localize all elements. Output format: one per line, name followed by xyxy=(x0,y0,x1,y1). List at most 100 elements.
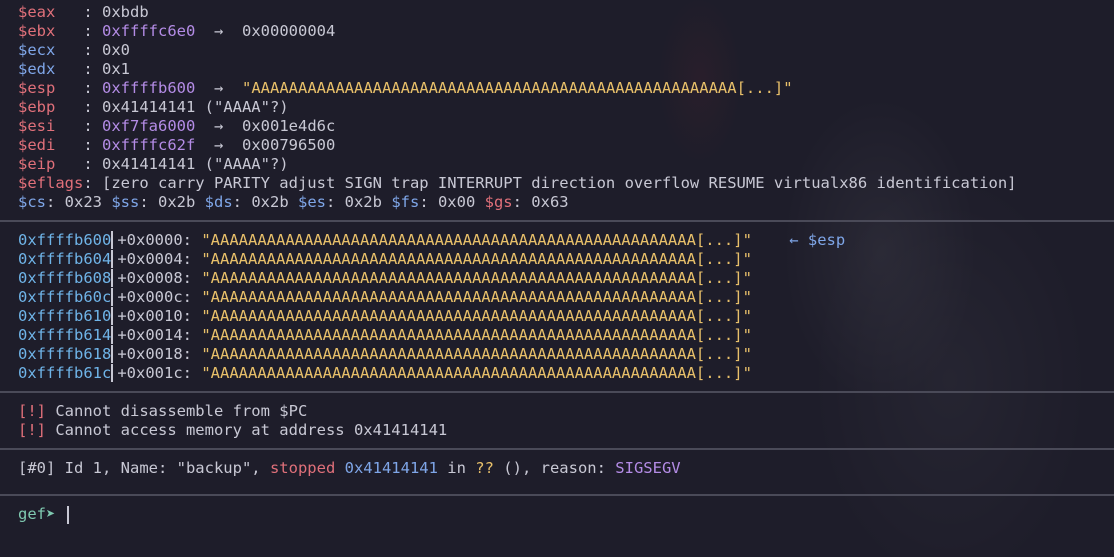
error-message: Cannot disassemble from $PC xyxy=(46,402,308,420)
trace-separator xyxy=(0,494,1114,496)
register-separator: : xyxy=(55,136,102,154)
register-value: 0x0 xyxy=(102,41,130,59)
thread-unknown-symbol: ?? xyxy=(475,459,494,477)
command-line[interactable]: gef➤ xyxy=(18,505,1114,524)
segment-registers-line: $cs: 0x23 $ss: 0x2b $ds: 0x2b $es: 0x2b … xyxy=(18,193,1114,212)
error-line: [!] Cannot access memory at address 0x41… xyxy=(18,421,1114,440)
eflags-name: $eflags xyxy=(18,174,84,192)
register-value: 0xf7fa6000 xyxy=(102,117,196,135)
stack-address: 0xffffb614 xyxy=(18,326,112,344)
register-name: $ecx xyxy=(18,41,56,59)
deref-arrow: → xyxy=(195,22,242,40)
register-line: $esp : 0xffffb600 → "AAAAAAAAAAAAAAAAAAA… xyxy=(18,79,1114,98)
stack-offset: +0x0018: xyxy=(111,345,202,363)
eflags-value: : [zero carry PARITY adjust SIGN trap IN… xyxy=(83,174,1017,192)
eflags-line: $eflags: [zero carry PARITY adjust SIGN … xyxy=(18,174,1114,193)
register-value: 0xffffc62f xyxy=(102,136,196,154)
stack-offset: +0x0010: xyxy=(111,307,202,325)
stack-address: 0xffffb61c xyxy=(18,364,112,382)
register-value: 0xffffb600 xyxy=(102,79,196,97)
stack-string: "AAAAAAAAAAAAAAAAAAAAAAAAAAAAAAAAAAAAAAA… xyxy=(201,250,752,268)
text-cursor[interactable] xyxy=(67,505,70,524)
error-message: Cannot access memory at address 0x414141… xyxy=(46,421,448,439)
register-line: $ebx : 0xffffc6e0 → 0x00000004 xyxy=(18,22,1114,41)
register-value: 0x41414141 ("AAAA"?) xyxy=(102,98,289,116)
register-target: "AAAAAAAAAAAAAAAAAAAAAAAAAAAAAAAAAAAAAAA… xyxy=(242,79,793,97)
stack-address: 0xffffb600 xyxy=(18,231,112,249)
segment-name: $gs xyxy=(484,193,513,211)
register-line: $eip : 0x41414141 ("AAAA"?) xyxy=(18,155,1114,174)
register-value: 0x41414141 ("AAAA"?) xyxy=(102,155,289,173)
register-target: 0x001e4d6c xyxy=(242,117,336,135)
thread-stopped: stopped xyxy=(269,459,336,477)
segment-value: : 0x2b xyxy=(232,193,298,211)
stack-row: 0xffffb61c +0x001c: "AAAAAAAAAAAAAAAAAAAA… xyxy=(18,364,1114,383)
code-separator xyxy=(0,391,1114,393)
register-name: $esi xyxy=(18,117,56,135)
segment-name: $ss xyxy=(111,193,140,211)
stack-address: 0xffffb608 xyxy=(18,269,112,287)
code-section: [!] Cannot disassemble from $PC [!] Canno… xyxy=(18,402,1114,440)
esp-pointer-tag: ← $esp xyxy=(751,231,846,249)
register-line: $eax : 0xbdb xyxy=(18,3,1114,22)
stack-offset: +0x0004: xyxy=(111,250,202,268)
error-line: [!] Cannot disassemble from $PC xyxy=(18,402,1114,421)
register-name: $esp xyxy=(18,79,56,97)
thread-line: [#0] Id 1, Name: "backup", stopped 0x414… xyxy=(18,459,1114,478)
segment-value: : 0x63 xyxy=(512,193,569,211)
register-line: $ecx : 0x0 xyxy=(18,41,1114,60)
stack-address: 0xffffb60c xyxy=(18,288,112,306)
stack-row: 0xffffb604 +0x0004: "AAAAAAAAAAAAAAAAAAAA… xyxy=(18,250,1114,269)
stack-section: 0xffffb600 +0x0000: "AAAAAAAAAAAAAAAAAAAA… xyxy=(18,231,1114,383)
segment-name: $ds xyxy=(204,193,233,211)
register-line: $esi : 0xf7fa6000 → 0x001e4d6c xyxy=(18,117,1114,136)
register-target: 0x00000004 xyxy=(242,22,336,40)
warning-mark: [!] xyxy=(18,421,46,439)
deref-arrow: → xyxy=(195,117,242,135)
stack-string: "AAAAAAAAAAAAAAAAAAAAAAAAAAAAAAAAAAAAAAA… xyxy=(201,326,752,344)
register-name: $ebx xyxy=(18,22,56,40)
register-separator: : xyxy=(55,79,102,97)
register-value: 0x1 xyxy=(102,60,130,78)
thread-prefix: [#0] Id 1, Name: "backup", xyxy=(18,459,270,477)
stack-string: "AAAAAAAAAAAAAAAAAAAAAAAAAAAAAAAAAAAAAAA… xyxy=(201,231,752,249)
thread-in: in xyxy=(437,459,476,477)
stack-row: 0xffffb614 +0x0014: "AAAAAAAAAAAAAAAAAAAA… xyxy=(18,326,1114,345)
register-line: $edi : 0xffffc62f → 0x00796500 xyxy=(18,136,1114,155)
stack-offset: +0x000c: xyxy=(111,288,202,306)
register-name: $edi xyxy=(18,136,56,154)
stack-string: "AAAAAAAAAAAAAAAAAAAAAAAAAAAAAAAAAAAAAAA… xyxy=(201,288,752,306)
register-separator: : xyxy=(55,117,102,135)
stack-offset: +0x0000: xyxy=(111,231,202,249)
register-target: 0x00796500 xyxy=(242,136,336,154)
segment-name: $fs xyxy=(391,193,420,211)
register-value: 0xffffc6e0 xyxy=(102,22,196,40)
stack-offset: +0x0008: xyxy=(111,269,202,287)
thread-address: 0x41414141 xyxy=(335,459,438,477)
segment-value: : 0x00 xyxy=(419,193,485,211)
thread-reason: SIGSEGV xyxy=(615,459,681,477)
register-line: $edx : 0x1 xyxy=(18,60,1114,79)
stack-address: 0xffffb604 xyxy=(18,250,112,268)
register-separator: : xyxy=(55,60,102,78)
register-separator: : xyxy=(55,41,102,59)
stack-string: "AAAAAAAAAAAAAAAAAAAAAAAAAAAAAAAAAAAAAAA… xyxy=(201,269,752,287)
register-separator: : xyxy=(55,3,102,21)
stack-string: "AAAAAAAAAAAAAAAAAAAAAAAAAAAAAAAAAAAAAAA… xyxy=(201,307,752,325)
stack-offset: +0x001c: xyxy=(111,364,202,382)
deref-arrow: → xyxy=(195,79,242,97)
segment-value: : 0x2b xyxy=(139,193,205,211)
stack-row: 0xffffb600 +0x0000: "AAAAAAAAAAAAAAAAAAAA… xyxy=(18,231,1114,250)
segment-name: $es xyxy=(297,193,326,211)
stack-row: 0xffffb608 +0x0008: "AAAAAAAAAAAAAAAAAAAA… xyxy=(18,269,1114,288)
terminal: $eax : 0xbdb $ebx : 0xffffc6e0 → 0x000000… xyxy=(0,3,1114,524)
register-name: $eax xyxy=(18,3,56,21)
thread-reason-label: (), reason: xyxy=(493,459,616,477)
deref-arrow: → xyxy=(195,136,242,154)
threads-separator xyxy=(0,448,1114,450)
stack-string: "AAAAAAAAAAAAAAAAAAAAAAAAAAAAAAAAAAAAAAA… xyxy=(201,364,752,382)
register-separator: : xyxy=(55,155,102,173)
stack-address: 0xffffb618 xyxy=(18,345,112,363)
register-name: $edx xyxy=(18,60,56,78)
register-separator: : xyxy=(55,98,102,116)
